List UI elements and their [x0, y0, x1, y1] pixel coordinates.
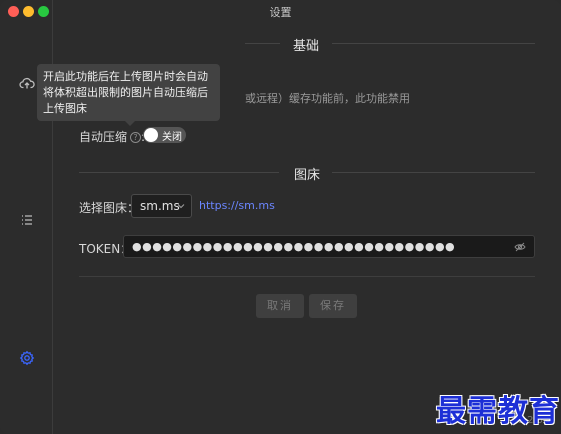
auto-compress-label: 自动压缩: [79, 130, 128, 144]
settings-window: 设置 基础 或远程）缓存功能前，此功能禁用 自动压缩?: 关闭: [0, 0, 561, 434]
select-host-label: 选择图床：: [79, 201, 140, 215]
toggle-knob: [144, 128, 158, 142]
auto-compress-toggle[interactable]: 关闭: [143, 127, 186, 143]
section-title-image-host: 图床: [294, 168, 321, 183]
cancel-button[interactable]: 取消: [256, 294, 304, 318]
section-title-basic: 基础: [293, 39, 320, 54]
feature-description: 或远程）缓存功能前，此功能禁用: [245, 92, 410, 105]
cloud-upload-icon[interactable]: [17, 73, 37, 93]
gear-icon[interactable]: [17, 348, 37, 368]
list-icon[interactable]: [17, 210, 37, 230]
window-title: 设置: [269, 6, 292, 19]
image-host-select-value: sm.ms: [140, 199, 180, 213]
help-tooltip: 开启此功能后在上传图片时会自动将体积超出限制的图片自动压缩后上传图床: [37, 64, 220, 121]
section-divider: [332, 43, 535, 44]
save-button[interactable]: 保存: [309, 294, 357, 318]
watermark-logo: 最需教育: [436, 394, 560, 429]
section-divider: [79, 172, 279, 173]
titlebar: 设置: [0, 0, 561, 22]
auto-compress-row: 自动压缩?:: [79, 128, 145, 145]
chevron-down-icon: [177, 204, 185, 209]
help-icon[interactable]: ?: [130, 132, 142, 143]
token-value: ●●●●●●●●●●●●●●●●●●●●●●●●●●●●●●●●: [132, 240, 456, 253]
section-divider: [245, 43, 280, 44]
image-host-select[interactable]: sm.ms: [131, 194, 192, 218]
eye-off-icon[interactable]: [514, 241, 526, 253]
token-input[interactable]: ●●●●●●●●●●●●●●●●●●●●●●●●●●●●●●●●: [123, 235, 535, 258]
form-divider: [79, 276, 535, 277]
toggle-label: 关闭: [162, 131, 182, 143]
tooltip-arrow: [125, 121, 135, 126]
section-divider: [332, 172, 535, 173]
image-host-link[interactable]: https://sm.ms: [199, 199, 275, 212]
